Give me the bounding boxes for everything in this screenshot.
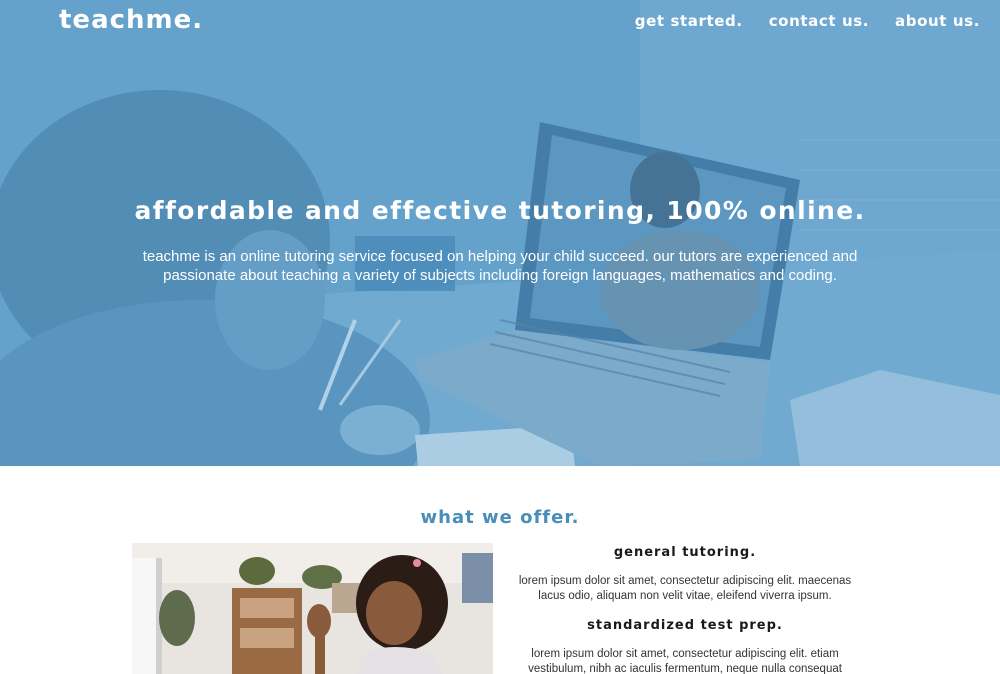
top-navigation: teachme. get started. contact us. about … [0,0,1000,44]
nav-link-contact-us[interactable]: contact us. [769,12,869,30]
offer-item-test-prep: standardized test prep. lorem ipsum dolo… [505,618,865,674]
offer-item-title: standardized test prep. [587,618,783,633]
hero-title: affordable and effective tutoring, 100% … [134,196,866,225]
offer-item-title: general tutoring. [613,545,757,560]
offer-item-general-tutoring: general tutoring. lorem ipsum dolor sit … [505,545,865,604]
girl-waving-image [132,543,493,674]
offer-heading: what we offer. [420,507,580,528]
offer-item-description: lorem ipsum dolor sit amet, consectetur … [518,575,852,602]
hero-text-block: affordable and effective tutoring, 100% … [0,196,1000,285]
offer-item-description: lorem ipsum dolor sit amet, consectetur … [528,648,842,674]
hero-section: teachme. get started. contact us. about … [0,0,1000,466]
nav-link-about-us[interactable]: about us. [895,12,980,30]
nav-links: get started. contact us. about us. [635,12,980,30]
nav-link-get-started[interactable]: get started. [635,12,743,30]
offer-image [132,543,493,674]
offer-list: general tutoring. lorem ipsum dolor sit … [505,543,865,674]
hero-subtitle: teachme is an online tutoring service fo… [142,248,858,284]
brand-logo[interactable]: teachme. [59,5,203,35]
